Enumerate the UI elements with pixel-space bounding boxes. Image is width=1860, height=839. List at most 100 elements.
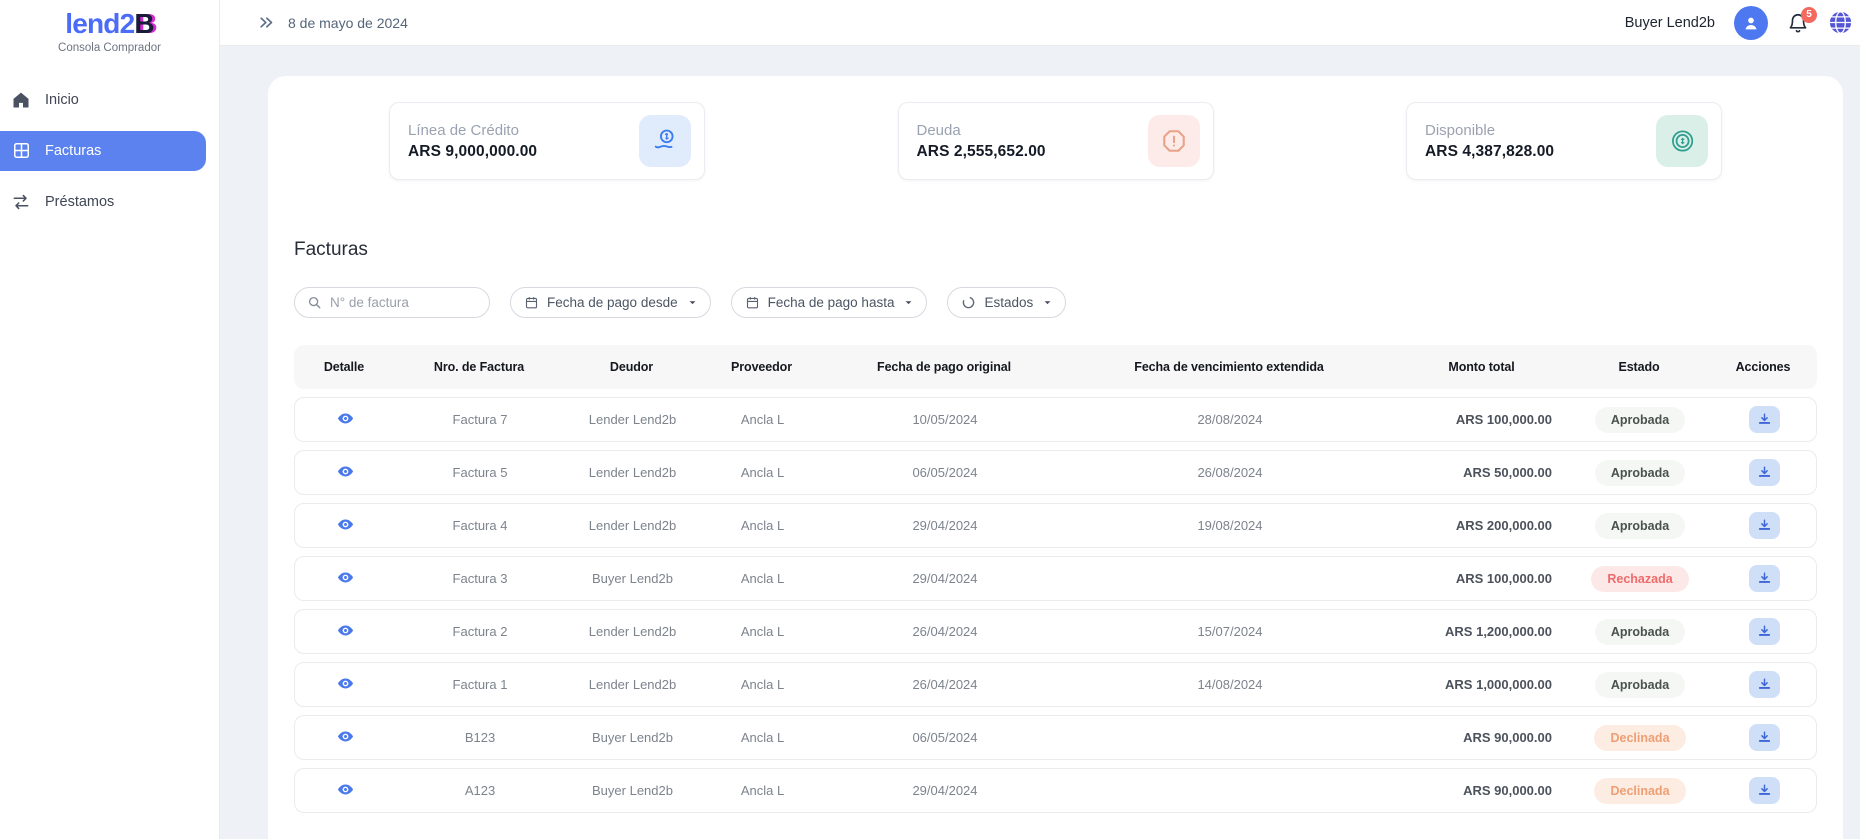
alert-octagon-icon bbox=[1148, 115, 1200, 167]
debtor: Lender Lend2b bbox=[565, 624, 700, 639]
provider: Ancla L bbox=[700, 571, 825, 586]
provider: Ancla L bbox=[700, 677, 825, 692]
content-background: Línea de Crédito ARS 9,000,000.00 Deuda … bbox=[220, 46, 1860, 839]
content-panel: Línea de Crédito ARS 9,000,000.00 Deuda … bbox=[268, 76, 1843, 839]
column-header: Nro. de Factura bbox=[394, 360, 564, 374]
topbar-right: Buyer Lend2b 5 bbox=[1625, 6, 1856, 40]
card-value: ARS 2,555,652.00 bbox=[917, 143, 1046, 161]
filters-bar: Fecha de pago desde Fecha de pago hasta bbox=[294, 287, 1817, 318]
view-detail-button[interactable] bbox=[337, 728, 354, 745]
chevron-down-icon bbox=[902, 296, 915, 309]
coins-icon bbox=[1656, 115, 1708, 167]
invoices-table: Detalle Nro. de Factura Deudor Proveedor… bbox=[294, 345, 1817, 813]
total-amount: ARS 100,000.00 bbox=[1395, 571, 1570, 586]
provider: Ancla L bbox=[700, 624, 825, 639]
payment-date-original: 26/04/2024 bbox=[825, 677, 1065, 692]
invoice-number: Factura 5 bbox=[395, 465, 565, 480]
avatar[interactable] bbox=[1734, 6, 1768, 40]
download-button[interactable] bbox=[1749, 459, 1780, 486]
invoice-number: A123 bbox=[395, 783, 565, 798]
status-badge: Declinada bbox=[1594, 778, 1685, 804]
debtor: Lender Lend2b bbox=[565, 677, 700, 692]
date-from-filter-button[interactable]: Fecha de pago desde bbox=[510, 287, 711, 318]
card-linea-de-credito: Línea de Crédito ARS 9,000,000.00 bbox=[389, 102, 705, 180]
table-row: B123 Buyer Lend2b Ancla L 06/05/2024 ARS… bbox=[294, 715, 1817, 760]
debtor: Lender Lend2b bbox=[565, 518, 700, 533]
view-detail-button[interactable] bbox=[337, 781, 354, 798]
download-button[interactable] bbox=[1749, 618, 1780, 645]
sidebar-menu: Inicio Facturas Préstamos bbox=[0, 80, 219, 222]
download-button[interactable] bbox=[1749, 724, 1780, 751]
notification-badge: 5 bbox=[1801, 7, 1817, 23]
payment-date-original: 10/05/2024 bbox=[825, 412, 1065, 427]
column-header: Fecha de vencimiento extendida bbox=[1064, 360, 1394, 374]
card-label: Línea de Crédito bbox=[408, 122, 537, 139]
extended-due-date: 26/08/2024 bbox=[1065, 465, 1395, 480]
extended-due-date: 15/07/2024 bbox=[1065, 624, 1395, 639]
view-detail-button[interactable] bbox=[337, 622, 354, 639]
total-amount: ARS 1,200,000.00 bbox=[1395, 624, 1570, 639]
hand-coin-icon bbox=[639, 115, 691, 167]
grid-icon bbox=[10, 140, 32, 162]
sidebar: lend2B Consola Comprador Inicio Facturas… bbox=[0, 0, 220, 839]
view-detail-button[interactable] bbox=[337, 516, 354, 533]
states-filter-button[interactable]: Estados bbox=[947, 287, 1066, 318]
bell-icon[interactable]: 5 bbox=[1787, 12, 1809, 34]
download-button[interactable] bbox=[1749, 565, 1780, 592]
status-badge: Rechazada bbox=[1591, 566, 1688, 592]
column-header: Acciones bbox=[1709, 360, 1817, 374]
payment-date-original: 29/04/2024 bbox=[825, 783, 1065, 798]
view-detail-button[interactable] bbox=[337, 463, 354, 480]
provider: Ancla L bbox=[700, 730, 825, 745]
total-amount: ARS 100,000.00 bbox=[1395, 412, 1570, 427]
table-row: A123 Buyer Lend2b Ancla L 29/04/2024 ARS… bbox=[294, 768, 1817, 813]
view-detail-button[interactable] bbox=[337, 410, 354, 427]
user-name: Buyer Lend2b bbox=[1625, 15, 1715, 31]
table-row: Factura 1 Lender Lend2b Ancla L 26/04/20… bbox=[294, 662, 1817, 707]
brand-logo: lend2B Consola Comprador bbox=[0, 0, 219, 54]
sidebar-item-facturas[interactable]: Facturas bbox=[0, 131, 206, 171]
page-title: Facturas bbox=[294, 239, 1817, 261]
card-label: Deuda bbox=[917, 122, 1046, 139]
card-disponible: Disponible ARS 4,387,828.00 bbox=[1406, 102, 1722, 180]
extended-due-date: 28/08/2024 bbox=[1065, 412, 1395, 427]
date-to-filter-button[interactable]: Fecha de pago hasta bbox=[731, 287, 928, 318]
eye-icon bbox=[337, 516, 354, 533]
column-header: Proveedor bbox=[699, 360, 824, 374]
download-button[interactable] bbox=[1749, 671, 1780, 698]
total-amount: ARS 90,000.00 bbox=[1395, 730, 1570, 745]
filter-label: Fecha de pago hasta bbox=[768, 295, 895, 310]
status-badge: Aprobada bbox=[1595, 513, 1685, 539]
download-icon bbox=[1757, 518, 1772, 533]
provider: Ancla L bbox=[700, 412, 825, 427]
download-icon bbox=[1757, 571, 1772, 586]
globe-icon[interactable] bbox=[1828, 10, 1853, 35]
provider: Ancla L bbox=[700, 465, 825, 480]
calendar-icon bbox=[524, 295, 539, 310]
total-amount: ARS 200,000.00 bbox=[1395, 518, 1570, 533]
column-header: Monto total bbox=[1394, 360, 1569, 374]
search-input[interactable] bbox=[330, 295, 477, 310]
eye-icon bbox=[337, 410, 354, 427]
sidebar-item-inicio[interactable]: Inicio bbox=[0, 80, 206, 120]
payment-date-original: 06/05/2024 bbox=[825, 730, 1065, 745]
download-button[interactable] bbox=[1749, 777, 1780, 804]
view-detail-button[interactable] bbox=[337, 569, 354, 586]
download-button[interactable] bbox=[1749, 512, 1780, 539]
table-row: Factura 7 Lender Lend2b Ancla L 10/05/20… bbox=[294, 397, 1817, 442]
sidebar-item-prestamos[interactable]: Préstamos bbox=[0, 182, 206, 222]
filter-label: Estados bbox=[984, 295, 1033, 310]
table-row: Factura 4 Lender Lend2b Ancla L 29/04/20… bbox=[294, 503, 1817, 548]
sidebar-item-label: Préstamos bbox=[45, 194, 114, 210]
table-body: Factura 7 Lender Lend2b Ancla L 10/05/20… bbox=[294, 397, 1817, 813]
brand-subtitle: Consola Comprador bbox=[6, 42, 213, 54]
download-button[interactable] bbox=[1749, 406, 1780, 433]
calendar-icon bbox=[745, 295, 760, 310]
current-date: 8 de mayo de 2024 bbox=[288, 15, 408, 31]
double-chevron-right-icon[interactable] bbox=[258, 15, 275, 30]
debtor: Lender Lend2b bbox=[565, 465, 700, 480]
eye-icon bbox=[337, 622, 354, 639]
column-header: Deudor bbox=[564, 360, 699, 374]
view-detail-button[interactable] bbox=[337, 675, 354, 692]
topbar: 8 de mayo de 2024 Buyer Lend2b 5 bbox=[220, 0, 1860, 46]
